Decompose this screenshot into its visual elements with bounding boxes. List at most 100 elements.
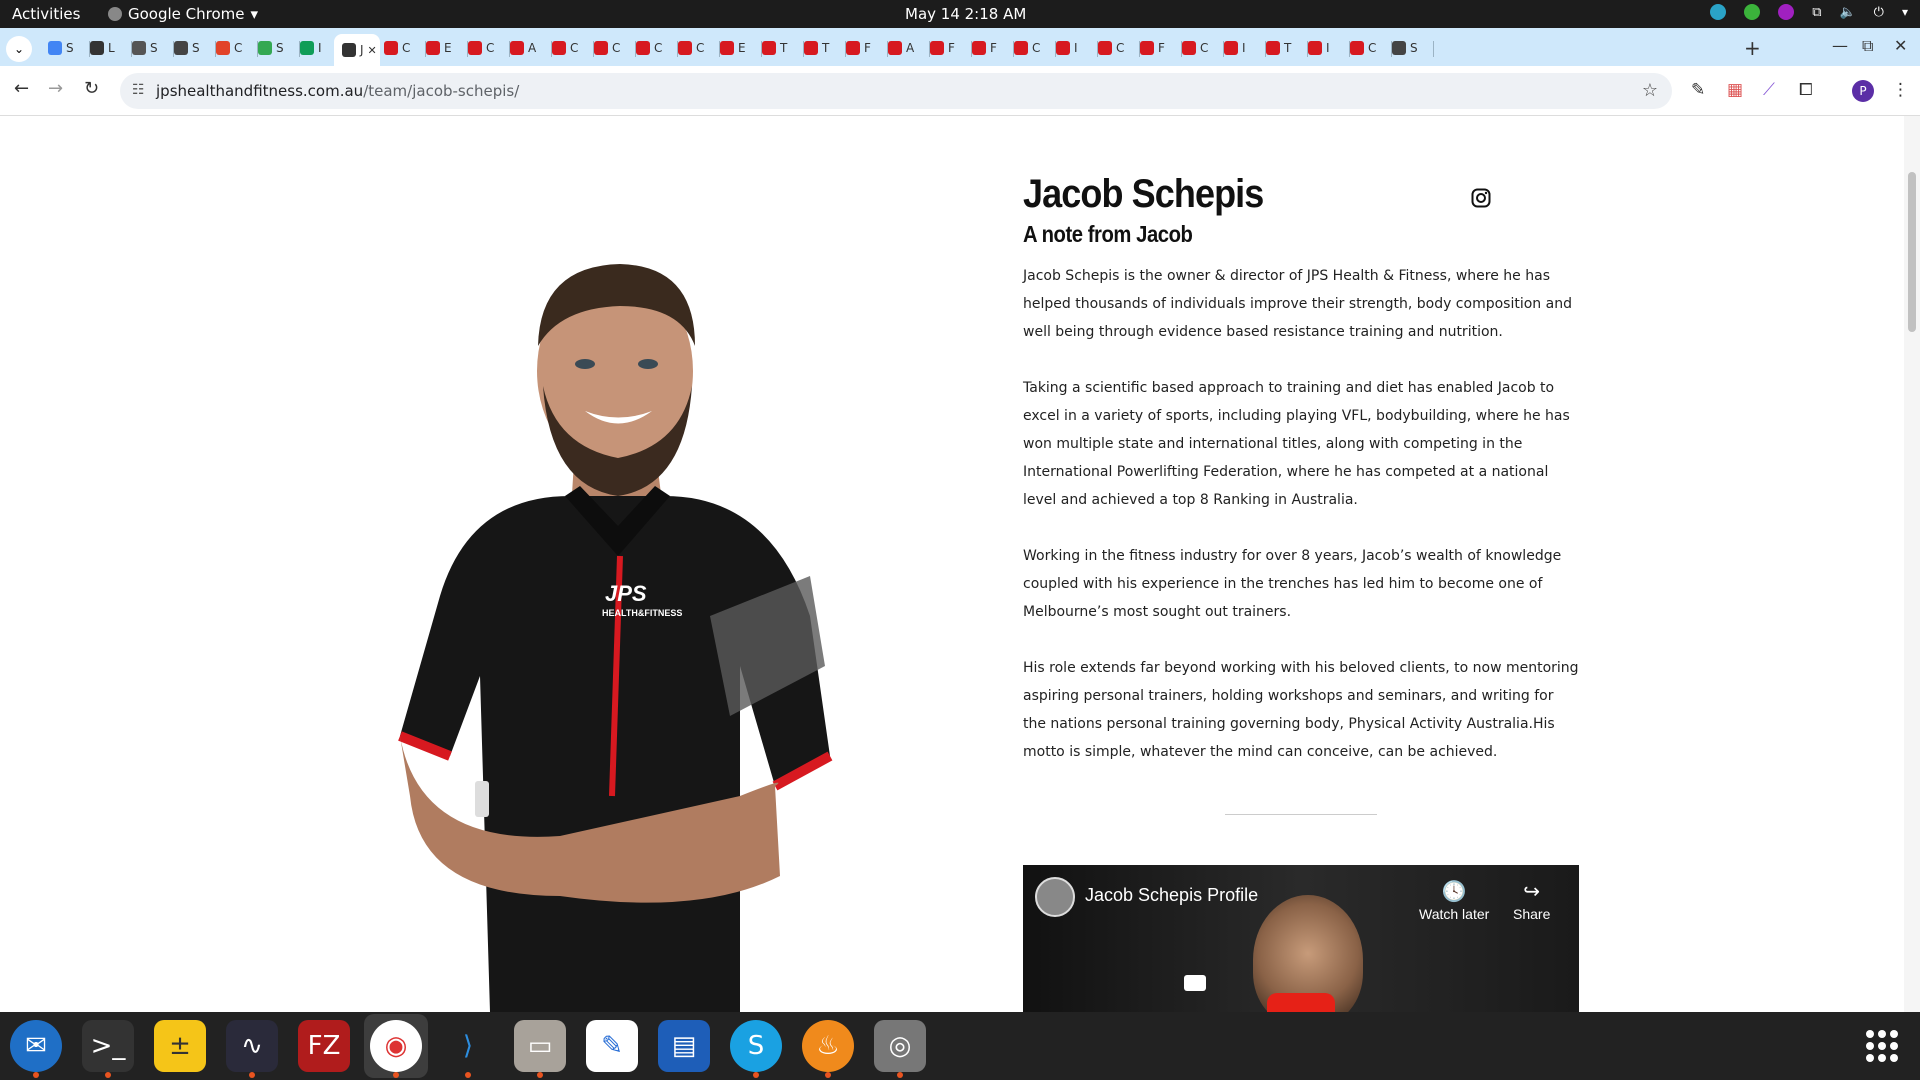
tab-favicon-icon bbox=[552, 41, 566, 55]
tab-favicon-icon bbox=[510, 41, 524, 55]
terminal-icon[interactable]: >_ bbox=[82, 1020, 134, 1078]
tab-favicon-icon bbox=[216, 41, 230, 55]
url-text[interactable]: jpshealthandfitness.com.au/team/jacob-sc… bbox=[156, 82, 519, 100]
bookmark-star-icon[interactable]: ☆ bbox=[1642, 80, 1658, 101]
play-button[interactable] bbox=[1267, 993, 1335, 1012]
tab-favicon-icon bbox=[90, 41, 104, 55]
disk-utility-icon[interactable]: ◎ bbox=[874, 1020, 926, 1078]
volume-icon[interactable]: 🔈 bbox=[1839, 5, 1855, 20]
tab-favicon-icon bbox=[888, 41, 902, 55]
minimize-button[interactable]: — bbox=[1832, 36, 1848, 55]
extensions-puzzle-icon[interactable]: ⧠ bbox=[1799, 80, 1813, 100]
vscode-icon[interactable]: ⟩ bbox=[442, 1020, 494, 1078]
forward-button[interactable]: → bbox=[48, 78, 63, 99]
skype-icon[interactable]: S bbox=[730, 1020, 782, 1078]
check-indicator-icon[interactable] bbox=[1744, 4, 1761, 20]
tab-title: I bbox=[318, 41, 322, 55]
page-scrollbar[interactable] bbox=[1904, 116, 1920, 1012]
tab-title: I bbox=[1242, 41, 1246, 55]
share-arrow-icon: ↪ bbox=[1523, 881, 1541, 903]
files-icon[interactable]: ▭ bbox=[514, 1020, 566, 1078]
system-monitor-icon[interactable]: ∿ bbox=[226, 1020, 278, 1078]
share-button[interactable]: ↪ Share bbox=[1513, 879, 1550, 922]
tab-favicon-icon bbox=[1140, 41, 1154, 55]
watch-later-button[interactable]: 🕓 Watch later bbox=[1419, 879, 1489, 922]
app-indicator-icon[interactable] bbox=[1778, 4, 1795, 20]
eyedropper-extension-icon[interactable]: ✎ bbox=[1691, 80, 1705, 100]
tab-title: F bbox=[948, 41, 955, 55]
tab-active[interactable]: J ✕ bbox=[334, 34, 380, 66]
tab-title: C bbox=[1032, 41, 1041, 55]
tab-title: S bbox=[1410, 41, 1418, 55]
browser-toolbar: ← → ↻ ☷ jpshealthandfitness.com.au/team/… bbox=[0, 66, 1920, 116]
restore-button[interactable]: ⧉ bbox=[1862, 36, 1873, 56]
tab-favicon-icon bbox=[384, 41, 398, 55]
chevron-down-icon[interactable]: ▾ bbox=[1902, 5, 1908, 19]
tab-favicon-icon bbox=[174, 41, 188, 55]
tab-title: S bbox=[276, 41, 284, 55]
scrollbar-thumb[interactable] bbox=[1908, 172, 1916, 332]
tab-favicon-icon bbox=[426, 41, 440, 55]
tab-title: S bbox=[192, 41, 200, 55]
tab-title: C bbox=[486, 41, 495, 55]
power-icon[interactable]: ⏻ bbox=[1874, 5, 1884, 20]
tab-title: A bbox=[528, 41, 537, 55]
tab-favicon-icon bbox=[678, 41, 692, 55]
new-tab-button[interactable]: + bbox=[1744, 36, 1761, 60]
system-tray[interactable]: ⧉ 🔈 ⏻ ▾ bbox=[1710, 4, 1908, 20]
tab-title: I bbox=[1074, 41, 1078, 55]
writer-icon[interactable]: ▤ bbox=[658, 1020, 710, 1072]
bio-paragraph-2: Taking a scientific based approach to tr… bbox=[1023, 380, 1570, 508]
page-subtitle: A note from Jacob bbox=[1023, 221, 1193, 247]
instagram-icon[interactable] bbox=[1471, 188, 1491, 208]
tab-title: C bbox=[1368, 41, 1377, 55]
shirt-logo-subtext: HEALTH&FITNESS bbox=[602, 608, 682, 618]
tab-favicon-icon bbox=[930, 41, 944, 55]
calculator-icon[interactable]: ± bbox=[154, 1020, 206, 1072]
tab-favicon-icon bbox=[300, 41, 314, 55]
tab-title: F bbox=[864, 41, 871, 55]
bio-section: Jacob Schepis A note from Jacob Jacob Sc… bbox=[1023, 172, 1579, 766]
trainer-portrait-photo: JPS HEALTH&FITNESS bbox=[398, 264, 833, 1012]
bio-paragraph-4: His role extends far beyond working with… bbox=[1023, 660, 1579, 760]
tab-title: C bbox=[1116, 41, 1125, 55]
tab-search-button[interactable]: ⌄ bbox=[6, 36, 32, 62]
tab-title: T bbox=[1284, 41, 1292, 55]
browser-tab[interactable]: S bbox=[1384, 34, 1434, 62]
tab-title: C bbox=[570, 41, 579, 55]
channel-avatar[interactable] bbox=[1035, 877, 1075, 917]
pen-extension-icon[interactable]: ⟋ bbox=[1763, 80, 1775, 100]
filezilla-icon[interactable]: FZ bbox=[298, 1020, 350, 1072]
calendar-extension-icon[interactable]: ▦ bbox=[1727, 80, 1743, 100]
show-applications-button[interactable] bbox=[1866, 1030, 1898, 1062]
tab-favicon-icon bbox=[720, 41, 734, 55]
reload-button[interactable]: ↻ bbox=[84, 78, 99, 99]
chrome-icon bbox=[108, 7, 122, 21]
chrome-dock-icon[interactable]: ◉ bbox=[370, 1020, 422, 1078]
tab-title: I bbox=[1326, 41, 1330, 55]
profile-avatar[interactable]: P bbox=[1852, 80, 1874, 102]
sync-indicator-icon[interactable] bbox=[1710, 4, 1727, 20]
tab-favicon-icon bbox=[1056, 41, 1070, 55]
activities-button[interactable]: Activities bbox=[12, 5, 80, 23]
thunderbird-icon[interactable]: ✉ bbox=[10, 1020, 62, 1078]
address-bar[interactable]: ☷ jpshealthandfitness.com.au/team/jacob-… bbox=[120, 73, 1672, 109]
site-info-icon[interactable]: ☷ bbox=[132, 82, 145, 98]
clock[interactable]: May 14 2:18 AM bbox=[905, 5, 1026, 23]
url-path: /team/jacob-schepis/ bbox=[363, 82, 520, 100]
text-editor-icon[interactable]: ✎ bbox=[586, 1020, 638, 1072]
tab-title: T bbox=[780, 41, 788, 55]
app-menu[interactable]: Google Chrome ▾ bbox=[108, 5, 258, 23]
tab-title: C bbox=[234, 41, 243, 55]
youtube-video-embed[interactable]: Jacob Schepis Profile 🕓 Watch later ↪ Sh… bbox=[1023, 865, 1579, 1012]
network-icon[interactable]: ⧉ bbox=[1812, 5, 1821, 20]
close-window-button[interactable]: ✕ bbox=[1894, 36, 1907, 55]
chrome-menu-icon[interactable]: ⋮ bbox=[1892, 80, 1909, 100]
tab-title: E bbox=[444, 41, 452, 55]
orange-app-icon[interactable]: ♨ bbox=[802, 1020, 854, 1078]
tab-favicon-icon bbox=[846, 41, 860, 55]
tab-separator bbox=[1433, 41, 1434, 57]
back-button[interactable]: ← bbox=[14, 78, 29, 99]
watch-later-label: Watch later bbox=[1419, 906, 1490, 922]
video-title[interactable]: Jacob Schepis Profile bbox=[1085, 885, 1258, 906]
